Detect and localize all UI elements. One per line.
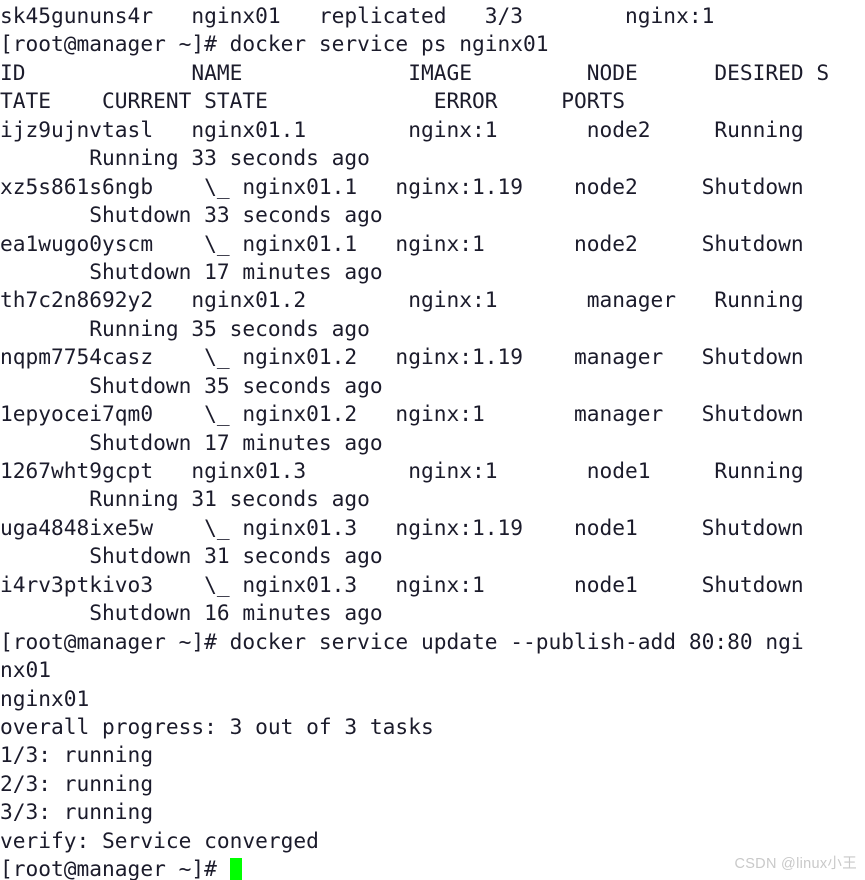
terminal-line: TATE CURRENT STATE ERROR PORTS (0, 88, 626, 114)
terminal-line: 1/3: running (0, 742, 154, 768)
terminal-line: i4rv3ptkivo3 \_ nginx01.3 nginx:1 node1 … (0, 571, 804, 597)
terminal-line: sk45gununs4r nginx01 replicated 3/3 ngin… (0, 3, 715, 28)
terminal-line: Running 35 seconds ago (0, 315, 370, 341)
terminal-line: 1267wht9gcpt nginx01.3 nginx:1 node1 Run… (0, 458, 804, 483)
terminal-line: nqpm7754casz \_ nginx01.2 nginx:1.19 man… (0, 344, 804, 370)
terminal-line: Running 31 seconds ago (0, 486, 370, 512)
terminal-line: uga4848ixe5w \_ nginx01.3 nginx:1.19 nod… (0, 514, 804, 540)
terminal-line: ijz9ujnvtasl nginx01.1 nginx:1 node2 Run… (0, 116, 804, 142)
terminal-line: verify: Service converged (0, 827, 319, 853)
terminal-line: Shutdown 31 seconds ago (0, 543, 383, 569)
terminal-line: Shutdown 16 minutes ago (0, 600, 383, 626)
terminal-line: [root@manager ~]# docker service update … (0, 628, 804, 654)
text-cursor (229, 858, 243, 880)
terminal-line: 1epyocei7qm0 \_ nginx01.2 nginx:1 manage… (0, 401, 804, 427)
terminal-line: xz5s861s6ngb \_ nginx01.1 nginx:1.19 nod… (0, 173, 804, 199)
terminal-line: overall progress: 3 out of 3 tasks (0, 713, 434, 739)
terminal-line: th7c2n8692y2 nginx01.2 nginx:1 manager R… (0, 287, 804, 313)
terminal-line: nginx01 (0, 685, 90, 711)
terminal-line: Shutdown 35 seconds ago (0, 372, 383, 398)
terminal-line: Shutdown 17 minutes ago (0, 258, 383, 284)
terminal-line: ea1wugo0yscm \_ nginx01.1 nginx:1 node2 … (0, 230, 804, 256)
watermark: CSDN @linux小王 (734, 856, 857, 872)
terminal-line: 3/3: running (0, 799, 154, 825)
terminal-line: Shutdown 17 minutes ago (0, 429, 383, 455)
terminal-line: Shutdown 33 seconds ago (0, 202, 383, 228)
terminal-line: ID NAME IMAGE NODE DESIRED S (0, 59, 830, 85)
terminal-line: 2/3: running (0, 770, 154, 796)
shell-prompt: [root@manager ~]# (0, 856, 230, 880)
terminal-window[interactable]: sk45gununs4r nginx01 replicated 3/3 ngin… (0, 0, 865, 880)
terminal-line: Running 33 seconds ago (0, 145, 370, 171)
terminal-line: [root@manager ~]# docker service ps ngin… (0, 31, 549, 57)
terminal-screen: sk45gununs4r nginx01 replicated 3/3 ngin… (0, 2, 865, 880)
terminal-line: nx01 (0, 657, 52, 683)
